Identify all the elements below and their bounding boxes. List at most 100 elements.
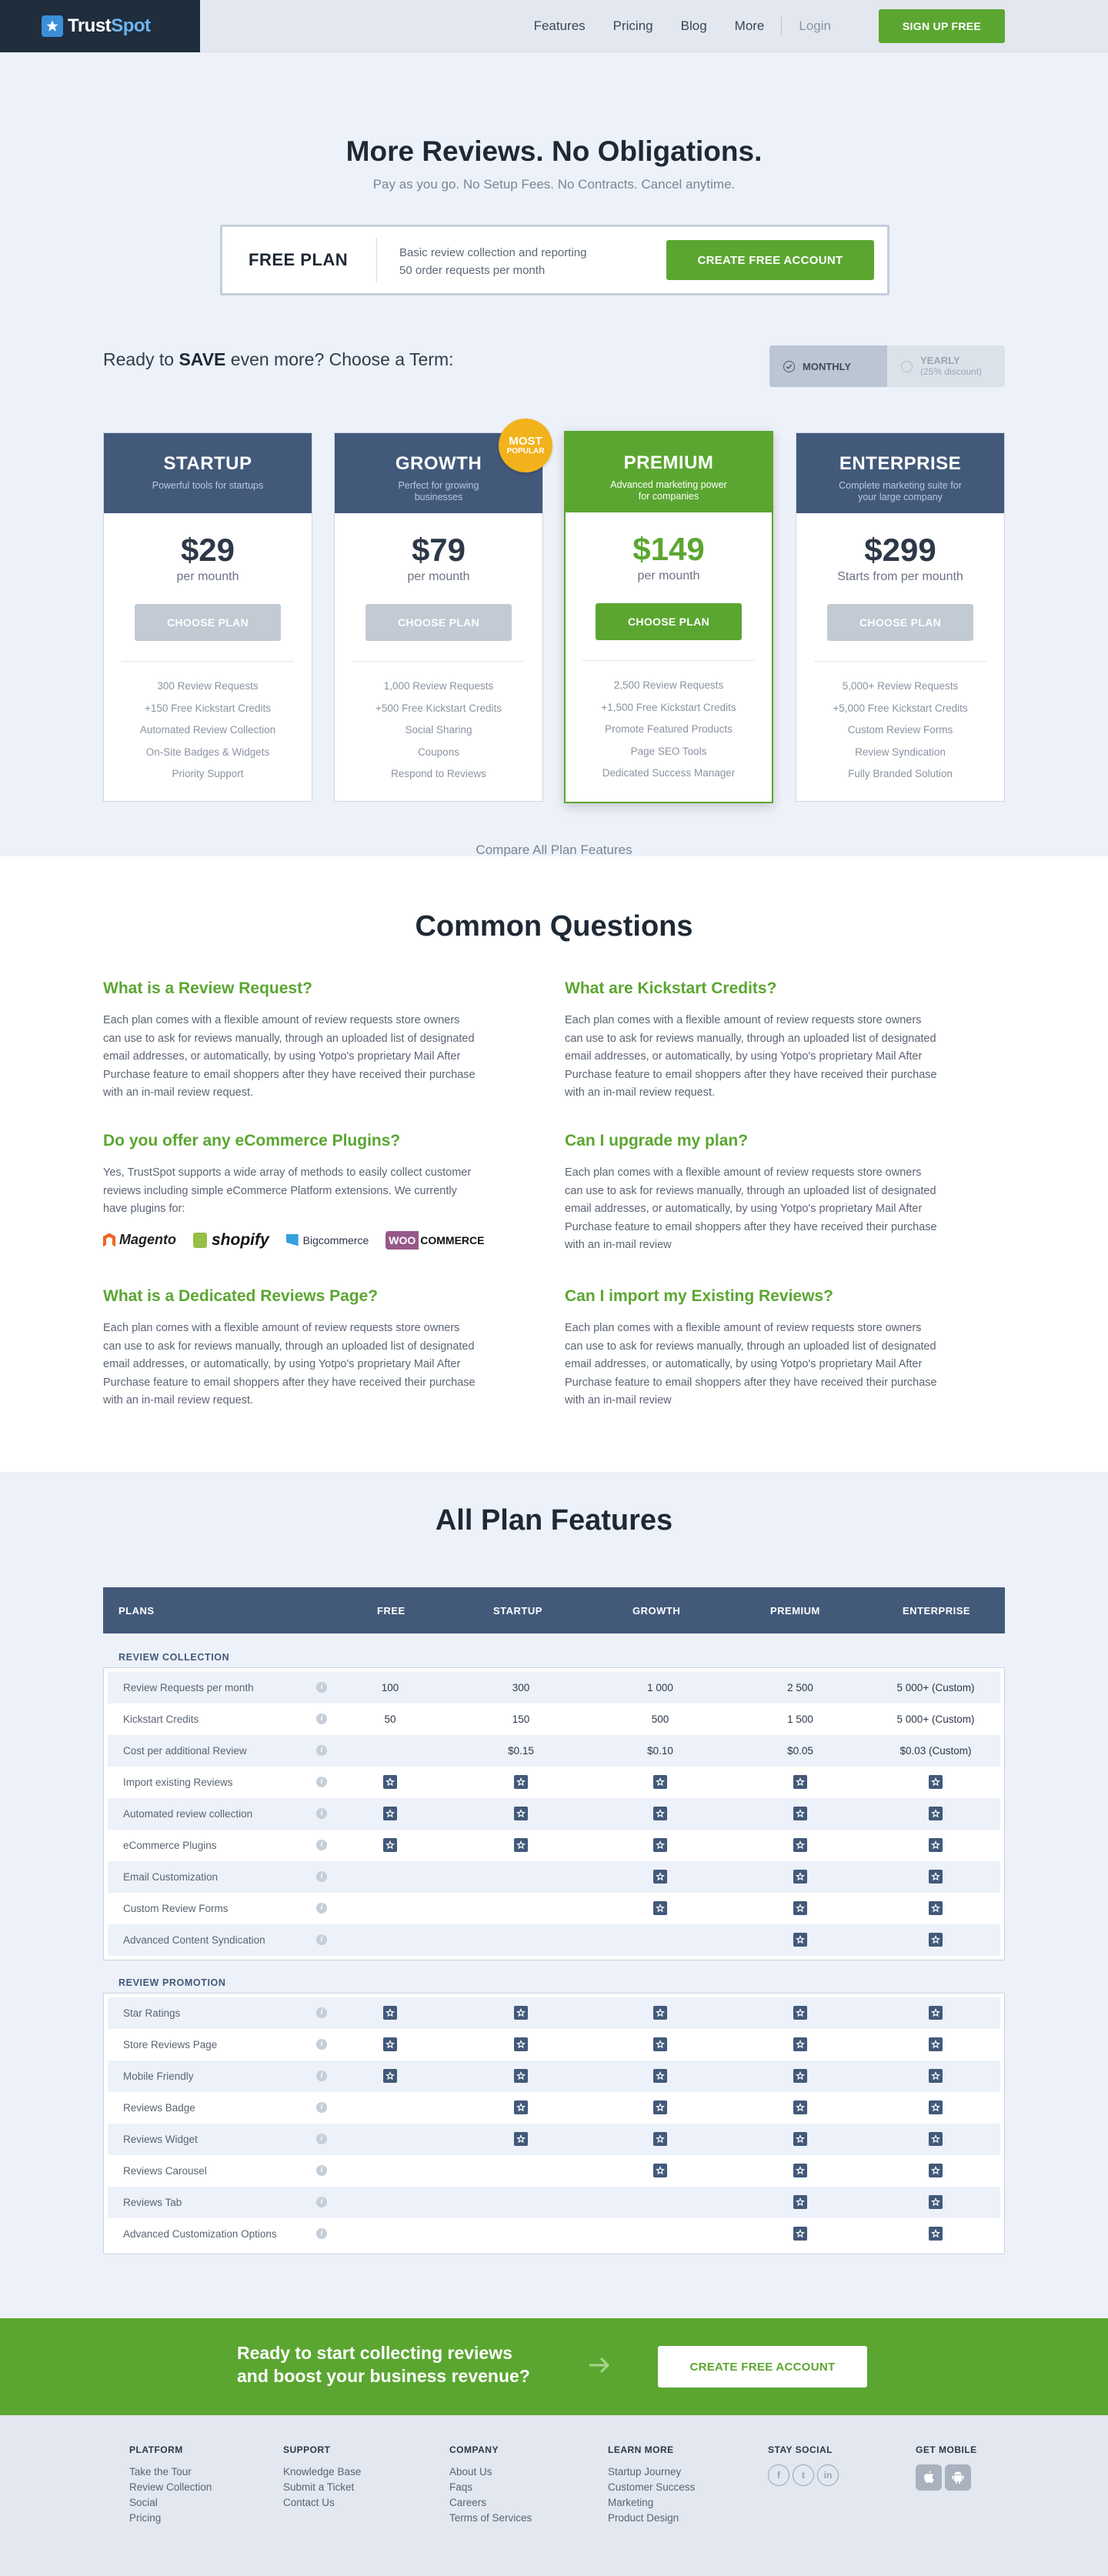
faq-answer: Each plan comes with a flexible amount o… bbox=[565, 1166, 937, 1251]
shopify-logo[interactable]: shopify bbox=[193, 1231, 269, 1250]
info-icon[interactable]: i bbox=[316, 2197, 327, 2207]
info-icon[interactable]: i bbox=[316, 1682, 327, 1693]
footer-link[interactable]: Faqs bbox=[449, 2480, 532, 2495]
cta-create-account-button[interactable]: CREATE FREE ACCOUNT bbox=[658, 2346, 867, 2387]
footer-column-mobile: GET MOBILE bbox=[916, 2444, 977, 2491]
feature-value: 300 bbox=[512, 1682, 530, 1693]
logo-text: TrustSpot bbox=[68, 15, 151, 36]
plan-feature: 300 Review Requests bbox=[157, 680, 259, 692]
compare-features-link[interactable]: Compare All Plan Features bbox=[0, 843, 1108, 858]
plan-tagline: Powerful tools for startups bbox=[152, 480, 264, 491]
choose-plan-button[interactable]: CHOOSE PLAN bbox=[596, 603, 742, 640]
column-header: FREE bbox=[377, 1605, 405, 1617]
footer-link[interactable]: Knowledge Base bbox=[283, 2464, 361, 2480]
plan-feature: Coupons bbox=[417, 746, 460, 758]
included-star-icon bbox=[653, 1901, 667, 1915]
included-star-icon bbox=[929, 2164, 943, 2177]
info-icon[interactable]: i bbox=[316, 1903, 327, 1914]
footer-link[interactable]: Social bbox=[129, 2495, 212, 2511]
android-icon[interactable] bbox=[945, 2464, 971, 2491]
yearly-option[interactable]: YEARLY (25% discount) bbox=[887, 345, 1005, 387]
footer-link[interactable]: Submit a Ticket bbox=[283, 2480, 361, 2495]
plan-feature: +1,500 Free Kickstart Credits bbox=[601, 701, 736, 713]
info-icon[interactable]: i bbox=[316, 1745, 327, 1756]
faq-item: What is a Review Request? Each plan come… bbox=[103, 979, 480, 1103]
login-link[interactable]: Login bbox=[799, 18, 831, 34]
plan-card-growth: GROWTH Perfect for growing businesses $7… bbox=[334, 432, 543, 802]
info-icon[interactable]: i bbox=[316, 2165, 327, 2176]
info-icon[interactable]: i bbox=[316, 2039, 327, 2050]
apple-icon[interactable] bbox=[916, 2464, 942, 2491]
logo[interactable]: TrustSpot bbox=[0, 0, 200, 52]
footer-link[interactable]: About Us bbox=[449, 2464, 532, 2480]
nav-more[interactable]: More bbox=[735, 18, 765, 34]
plan-name: STARTUP bbox=[163, 453, 252, 474]
info-icon[interactable]: i bbox=[316, 2070, 327, 2081]
features-table-header: PLANS FREE STARTUP GROWTH PREMIUM ENTERP… bbox=[103, 1587, 1005, 1633]
footer-link[interactable]: Careers bbox=[449, 2495, 532, 2511]
monthly-option[interactable]: MONTHLY bbox=[769, 345, 887, 387]
footer-link[interactable]: Terms of Services bbox=[449, 2511, 532, 2526]
info-icon[interactable]: i bbox=[316, 1713, 327, 1724]
info-icon[interactable]: i bbox=[316, 2007, 327, 2018]
footer-link[interactable]: Pricing bbox=[129, 2511, 212, 2526]
feature-row: eCommerce Plugins i bbox=[108, 1830, 1000, 1861]
twitter-icon[interactable]: t bbox=[793, 2464, 814, 2486]
nav-pricing[interactable]: Pricing bbox=[613, 18, 653, 34]
footer-link[interactable]: Product Design bbox=[608, 2511, 695, 2526]
feature-row: Reviews Widget i bbox=[108, 2124, 1000, 2155]
footer-link[interactable]: Marketing bbox=[608, 2495, 695, 2511]
feature-row: Custom Review Forms i bbox=[108, 1893, 1000, 1924]
feature-label: Reviews Widget bbox=[123, 2134, 198, 2145]
included-star-icon bbox=[929, 2227, 943, 2241]
included-star-icon bbox=[793, 1901, 807, 1915]
faq-item: Can I upgrade my plan? Each plan comes w… bbox=[565, 1132, 942, 1255]
free-plan-title: FREE PLAN bbox=[249, 250, 349, 269]
footer-column-title: COMPANY bbox=[449, 2444, 499, 2455]
info-icon[interactable]: i bbox=[316, 1871, 327, 1882]
facebook-icon[interactable]: f bbox=[768, 2464, 789, 2486]
info-icon[interactable]: i bbox=[316, 2134, 327, 2144]
choose-plan-button[interactable]: CHOOSE PLAN bbox=[135, 604, 281, 641]
magento-logo[interactable]: Magento bbox=[103, 1232, 176, 1248]
footer-link[interactable]: Review Collection bbox=[129, 2480, 212, 2495]
bigcommerce-logo[interactable]: Bigcommerce bbox=[285, 1233, 369, 1246]
included-star-icon bbox=[514, 2132, 528, 2146]
footer-link[interactable]: Contact Us bbox=[283, 2495, 361, 2511]
info-icon[interactable]: i bbox=[316, 1808, 327, 1819]
woocommerce-logo[interactable]: WOO COMMERCE bbox=[385, 1230, 485, 1250]
footer-link[interactable]: Startup Journey bbox=[608, 2464, 695, 2480]
plan-card-premium: PREMIUM Advanced marketing power for com… bbox=[564, 431, 773, 803]
yearly-label: YEARLY bbox=[920, 355, 960, 366]
included-star-icon bbox=[929, 1807, 943, 1820]
signup-button[interactable]: SIGN UP FREE bbox=[879, 9, 1005, 43]
info-icon[interactable]: i bbox=[316, 2228, 327, 2239]
info-icon[interactable]: i bbox=[316, 2102, 327, 2113]
faq-question: What is a Review Request? bbox=[103, 979, 312, 997]
info-icon[interactable]: i bbox=[316, 1777, 327, 1787]
choose-plan-button[interactable]: CHOOSE PLAN bbox=[365, 604, 512, 641]
footer-link[interactable]: Take the Tour bbox=[129, 2464, 212, 2480]
feature-label: Store Reviews Page bbox=[123, 2039, 218, 2050]
plan-tagline: Advanced marketing power for companies bbox=[610, 479, 727, 502]
nav-blog[interactable]: Blog bbox=[681, 18, 707, 34]
column-header: PLANS bbox=[118, 1605, 155, 1617]
footer-link[interactable]: Customer Success bbox=[608, 2480, 695, 2495]
feature-label: Custom Review Forms bbox=[123, 1903, 229, 1914]
included-star-icon bbox=[793, 1775, 807, 1789]
feature-value: 5 000+ (Custom) bbox=[896, 1713, 975, 1725]
free-plan-description: Basic review collection and reporting 50… bbox=[399, 244, 599, 279]
included-star-icon bbox=[793, 1870, 807, 1884]
plan-period: per mounth bbox=[407, 570, 470, 583]
nav-features[interactable]: Features bbox=[534, 18, 586, 34]
feature-label: Email Customization bbox=[123, 1871, 219, 1883]
included-star-icon bbox=[793, 2132, 807, 2146]
create-free-account-button[interactable]: CREATE FREE ACCOUNT bbox=[666, 240, 874, 280]
feature-row: Automated review collection i bbox=[108, 1798, 1000, 1830]
plan-feature: Dedicated Success Manager bbox=[602, 767, 736, 779]
linkedin-icon[interactable]: in bbox=[817, 2464, 839, 2486]
choose-plan-button[interactable]: CHOOSE PLAN bbox=[827, 604, 973, 641]
info-icon[interactable]: i bbox=[316, 1934, 327, 1945]
info-icon[interactable]: i bbox=[316, 1840, 327, 1850]
radio-empty-icon bbox=[901, 360, 913, 372]
